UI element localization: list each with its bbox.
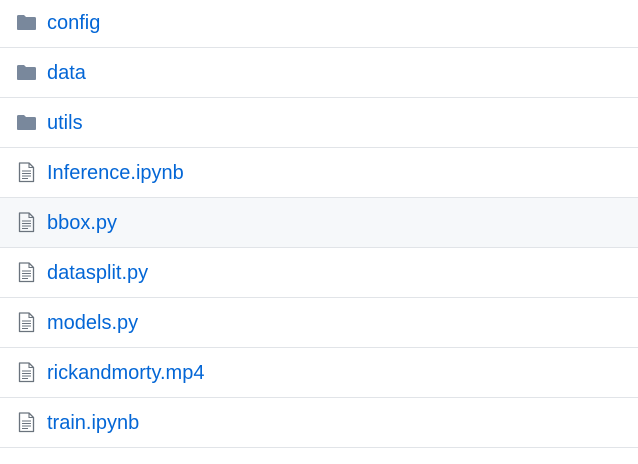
file-row-rickandmorty-mp4[interactable]: rickandmorty.mp4: [0, 348, 638, 398]
file-link-data[interactable]: data: [47, 61, 86, 85]
file-icon: [15, 162, 37, 184]
file-row-inference-ipynb[interactable]: Inference.ipynb: [0, 148, 638, 198]
file-link-rickandmorty-mp4[interactable]: rickandmorty.mp4: [47, 361, 204, 385]
file-icon: [15, 362, 37, 384]
file-link-config[interactable]: config: [47, 11, 100, 35]
file-row-data[interactable]: data: [0, 48, 638, 98]
file-link-datasplit-py[interactable]: datasplit.py: [47, 261, 148, 285]
file-icon: [15, 412, 37, 434]
file-link-train-ipynb[interactable]: train.ipynb: [47, 411, 139, 435]
folder-icon: [15, 12, 37, 34]
file-row-datasplit-py[interactable]: datasplit.py: [0, 248, 638, 298]
file-icon: [15, 262, 37, 284]
file-link-bbox-py[interactable]: bbox.py: [47, 211, 117, 235]
file-icon: [15, 212, 37, 234]
file-row-bbox-py[interactable]: bbox.py: [0, 198, 638, 248]
file-link-inference-ipynb[interactable]: Inference.ipynb: [47, 161, 184, 185]
file-icon: [15, 312, 37, 334]
file-link-utils[interactable]: utils: [47, 111, 83, 135]
file-list: config data utils Inference.ipynb bbox.p…: [0, 0, 638, 448]
file-row-utils[interactable]: utils: [0, 98, 638, 148]
file-link-models-py[interactable]: models.py: [47, 311, 138, 335]
file-row-config[interactable]: config: [0, 0, 638, 48]
folder-icon: [15, 62, 37, 84]
file-row-models-py[interactable]: models.py: [0, 298, 638, 348]
file-row-train-ipynb[interactable]: train.ipynb: [0, 398, 638, 448]
folder-icon: [15, 112, 37, 134]
